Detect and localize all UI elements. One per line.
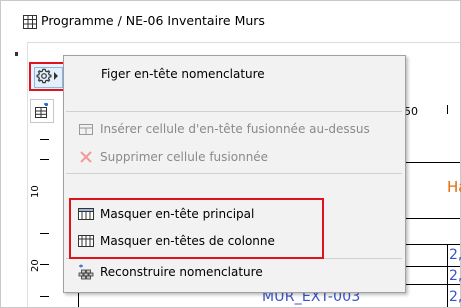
cell-value[interactable]: 2,80 (449, 268, 461, 284)
ruler-tick (40, 139, 49, 140)
x-delete-icon (80, 151, 92, 163)
window-title: Programme / NE-06 Inventaire Murs (41, 13, 265, 28)
menu-item-label: Insérer cellule d'en-tête fusionnée au-d… (100, 122, 370, 136)
ruler-number-top: 50 (404, 105, 418, 118)
menu-separator (66, 111, 402, 112)
highlight-frame (69, 198, 324, 259)
menu-item-label: Supprimer cellule fusionnée (100, 150, 269, 164)
title-bar: Programme / NE-06 Inventaire Murs (1, 1, 460, 43)
ruler-tick (40, 159, 49, 160)
table-grid-icon (23, 15, 37, 29)
menu-item-freeze-header[interactable]: Figer en-tête nomenclature (64, 63, 405, 85)
table-insert-button[interactable] (30, 99, 54, 123)
gear-icon (36, 68, 52, 84)
ruler-tick (40, 264, 49, 265)
cell-value[interactable]: 2,80 (449, 247, 461, 263)
ruler-tick (40, 296, 49, 297)
ruler-number: 20 (30, 259, 41, 272)
rebuild-schedule-icon (78, 264, 94, 280)
settings-button[interactable] (29, 62, 66, 91)
merge-cell-icon (79, 124, 93, 135)
menu-separator (66, 173, 402, 174)
drag-handle[interactable] (15, 52, 18, 56)
sheet-gridline (404, 244, 460, 245)
menu-item-label: Figer en-tête nomenclature (101, 67, 265, 81)
ruler-tick (40, 233, 49, 234)
left-toolbar (1, 42, 28, 307)
menu-item-insert-merged-header: Insérer cellule d'en-tête fusionnée au-d… (64, 118, 405, 140)
menu-item-rebuild-schedule[interactable]: Reconstruire nomenclature (64, 261, 405, 283)
menu-item-delete-merged-cell: Supprimer cellule fusionnée (64, 146, 405, 168)
table-insert-icon (35, 103, 48, 118)
ruler-tick (447, 105, 448, 114)
menu-item-label: Reconstruire nomenclature (100, 265, 263, 279)
sheet-gridline (404, 218, 460, 219)
column-header-partial: Haut (447, 178, 461, 196)
sheet-gridline (404, 162, 460, 163)
cell-value[interactable]: 2,80 (449, 289, 461, 305)
sheet-gridline (447, 244, 448, 307)
chevron-right-icon (54, 72, 58, 80)
ruler-number: 10 (30, 185, 41, 198)
